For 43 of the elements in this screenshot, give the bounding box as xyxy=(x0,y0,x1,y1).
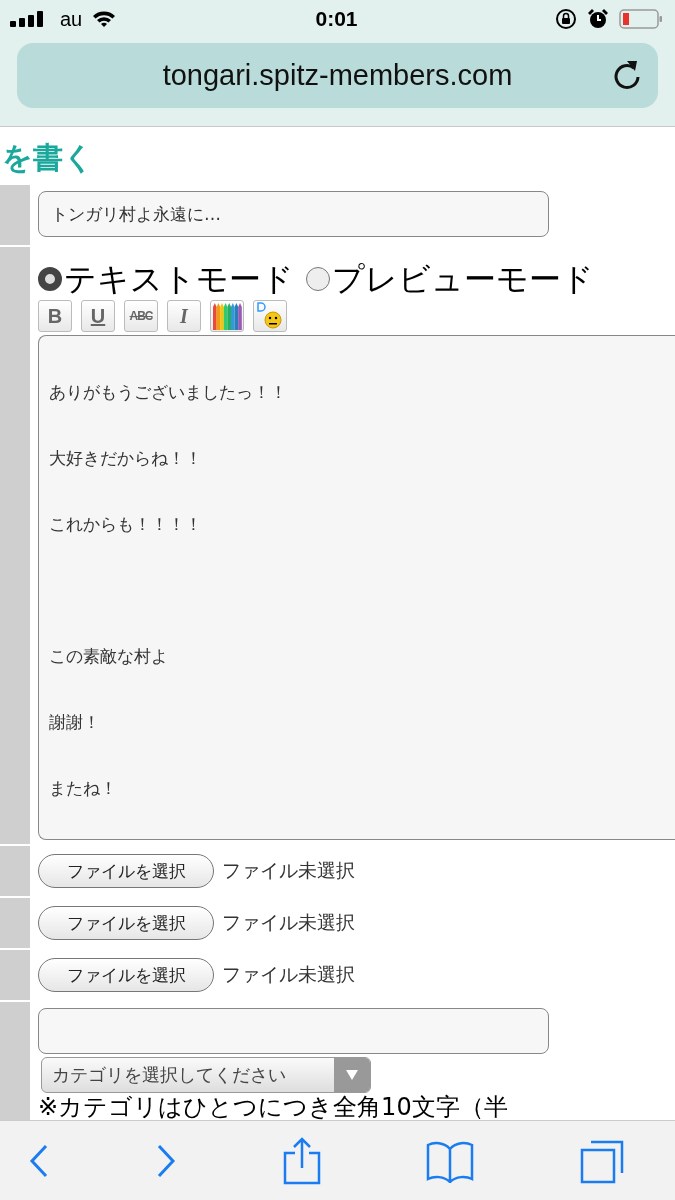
message-field[interactable]: ありがもうございましたっ！！ 大好きだからね！！ これからも！！！！ この素敵な村よ 謝謝！ またね！ xyxy=(38,335,675,840)
category-field[interactable] xyxy=(38,1008,549,1054)
address-bar[interactable]: tongari.spitz-members.com xyxy=(17,43,658,108)
form-label-cell xyxy=(0,898,30,948)
dropdown-arrow-icon xyxy=(346,1070,358,1080)
form-label-cell xyxy=(0,185,30,245)
message-line: またね！ xyxy=(49,777,118,800)
form-label-cell xyxy=(0,950,30,1000)
mode-radio[interactable]: プレビューモード xyxy=(306,259,594,299)
file-status: ファイル未選択 xyxy=(222,910,355,935)
rotation-lock-icon xyxy=(555,8,577,30)
radio-icon[interactable] xyxy=(306,267,330,291)
category-dropdown[interactable]: カテゴリを選択してください xyxy=(41,1057,371,1093)
strikethrough-button[interactable]: ABC xyxy=(124,300,158,332)
form-label-cell xyxy=(0,846,30,896)
choose-file-button[interactable]: ファイルを選択 xyxy=(38,958,214,992)
category-note: ※カテゴリはひとつにつき全角10文字（半 xyxy=(38,1094,509,1120)
message-line: これからも！！！！ xyxy=(49,513,203,536)
back-icon[interactable] xyxy=(28,1143,50,1178)
alarm-icon xyxy=(587,8,609,30)
message-line: 大好きだからね！！ xyxy=(49,447,203,470)
underline-button[interactable]: U xyxy=(81,300,115,332)
carrier-name: au xyxy=(60,7,83,31)
bold-button[interactable]: B xyxy=(38,300,72,332)
file-status: ファイル未選択 xyxy=(222,962,355,987)
message-line: ありがもうございましたっ！！ xyxy=(49,381,288,404)
emoji-button[interactable] xyxy=(253,300,287,332)
italic-button[interactable]: I xyxy=(167,300,201,332)
share-icon[interactable] xyxy=(281,1136,322,1185)
clock-time: 0:01 xyxy=(315,7,358,31)
message-line: 謝謝！ xyxy=(49,711,101,734)
color-button[interactable] xyxy=(210,300,244,332)
reload-icon[interactable] xyxy=(612,59,642,91)
mode-radio[interactable]: テキストモード xyxy=(38,259,294,299)
choose-file-button[interactable]: ファイルを選択 xyxy=(38,854,214,888)
title-field[interactable]: トンガリ村よ永遠に… xyxy=(38,191,549,237)
page-heading: を書く xyxy=(1,139,95,177)
choose-file-button[interactable]: ファイルを選択 xyxy=(38,906,214,940)
wifi-icon xyxy=(92,10,117,28)
file-status: ファイル未選択 xyxy=(222,858,355,883)
battery-icon xyxy=(619,9,663,29)
radio-icon[interactable] xyxy=(38,267,62,291)
message-line: この素敵な村よ xyxy=(49,645,169,668)
